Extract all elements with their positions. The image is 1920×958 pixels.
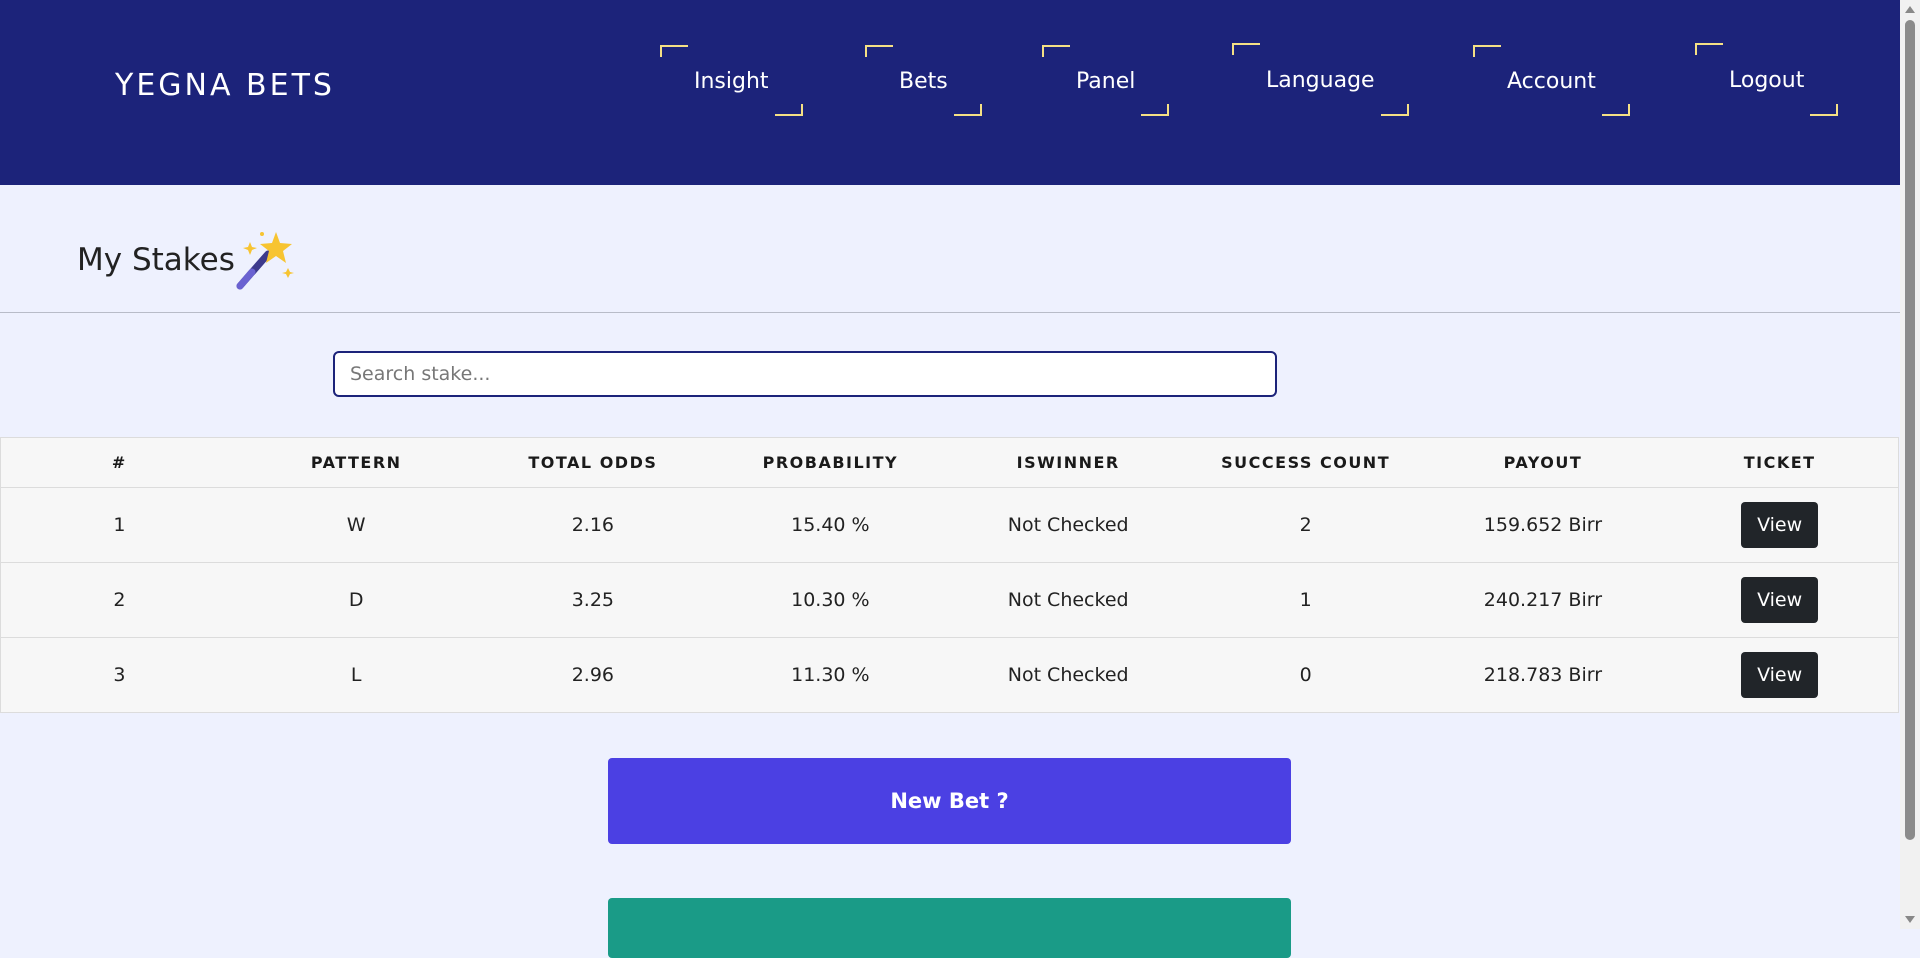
page-title: My Stakes bbox=[77, 242, 235, 278]
secondary-action-button[interactable] bbox=[608, 898, 1291, 958]
nav-logout-label: Logout bbox=[1729, 68, 1805, 93]
cell-payout: 159.652 Birr bbox=[1424, 487, 1662, 563]
nav-logout[interactable]: Logout bbox=[1695, 43, 1839, 116]
cell-success-count: 2 bbox=[1186, 487, 1425, 563]
search-input[interactable] bbox=[333, 351, 1277, 397]
scroll-down-arrow-icon[interactable] bbox=[1905, 916, 1915, 923]
cell-iswinner: Not Checked bbox=[949, 487, 1187, 563]
top-navbar: YEGNA BETS Insight Bets Panel Language A… bbox=[0, 0, 1900, 185]
cell-success-count: 0 bbox=[1299, 664, 1312, 686]
nav-insight-label: Insight bbox=[694, 69, 769, 94]
view-ticket-button[interactable]: View bbox=[1741, 577, 1819, 623]
table-row: 2 D 3.25 10.30 % Not Checked 1 240.217 B… bbox=[0, 562, 1899, 638]
table-header-row: # PATTERN TOTAL ODDS PROBABILITY ISWINNE… bbox=[0, 437, 1899, 488]
cell-pattern: W bbox=[237, 487, 475, 563]
new-bet-button[interactable]: New Bet ? bbox=[608, 758, 1291, 844]
scroll-up-arrow-icon[interactable] bbox=[1905, 6, 1915, 13]
cell-ticket: View bbox=[1661, 487, 1899, 563]
view-ticket-button[interactable]: View bbox=[1741, 652, 1819, 698]
vertical-scrollbar[interactable] bbox=[1900, 0, 1920, 929]
cell-success-count: 1 bbox=[1186, 562, 1425, 638]
cell-total-odds: 2.96 bbox=[571, 664, 615, 686]
nav-panel[interactable]: Panel bbox=[1042, 45, 1170, 116]
table-row: 3 L 2.96 11.30 % Not Checked 0 218.783 B… bbox=[1, 638, 1899, 713]
col-iswinner: ISWINNER bbox=[949, 437, 1187, 488]
nav-bets-label: Bets bbox=[899, 69, 948, 94]
nav-language-label: Language bbox=[1266, 68, 1375, 93]
cell-pattern: L bbox=[350, 664, 362, 686]
col-probability: PROBABILITY bbox=[711, 437, 950, 488]
col-ticket: TICKET bbox=[1661, 437, 1899, 488]
cell-number: 1 bbox=[0, 487, 238, 563]
brand-logo[interactable]: YEGNA BETS bbox=[115, 68, 335, 103]
nav-account-label: Account bbox=[1507, 69, 1596, 94]
col-pattern: PATTERN bbox=[237, 437, 475, 488]
cell-probability: 10.30 % bbox=[711, 562, 950, 638]
nav-bets[interactable]: Bets bbox=[865, 45, 982, 116]
view-ticket-button[interactable]: View bbox=[1741, 502, 1819, 548]
cell-pattern: D bbox=[237, 562, 475, 638]
stakes-table: # PATTERN TOTAL ODDS PROBABILITY ISWINNE… bbox=[0, 437, 1899, 713]
table-row: 1 W 2.16 15.40 % Not Checked 2 159.652 B… bbox=[0, 487, 1899, 563]
col-success-count: SUCCESS COUNT bbox=[1186, 437, 1425, 488]
cell-ticket: View bbox=[1661, 638, 1898, 713]
cell-ticket: View bbox=[1661, 562, 1899, 638]
col-total-odds: TOTAL ODDS bbox=[474, 437, 712, 488]
cell-payout: 240.217 Birr bbox=[1424, 562, 1662, 638]
col-payout: PAYOUT bbox=[1424, 437, 1662, 488]
cell-number: 2 bbox=[0, 562, 238, 638]
cell-probability: 15.40 % bbox=[711, 487, 950, 563]
cell-probability: 11.30 % bbox=[791, 664, 870, 686]
cell-total-odds: 3.25 bbox=[474, 562, 712, 638]
nav-panel-label: Panel bbox=[1076, 69, 1136, 94]
nav-account[interactable]: Account bbox=[1473, 45, 1630, 116]
col-number: # bbox=[0, 437, 238, 488]
cell-iswinner: Not Checked bbox=[949, 562, 1187, 638]
cell-total-odds: 2.16 bbox=[474, 487, 712, 563]
cell-payout: 218.783 Birr bbox=[1483, 664, 1603, 686]
magic-wand-icon bbox=[236, 232, 294, 290]
cell-iswinner: Not Checked bbox=[1007, 664, 1129, 686]
nav-language[interactable]: Language bbox=[1232, 43, 1409, 116]
cell-number: 3 bbox=[113, 664, 126, 686]
scrollbar-thumb[interactable] bbox=[1905, 20, 1915, 840]
nav-insight[interactable]: Insight bbox=[660, 45, 803, 116]
